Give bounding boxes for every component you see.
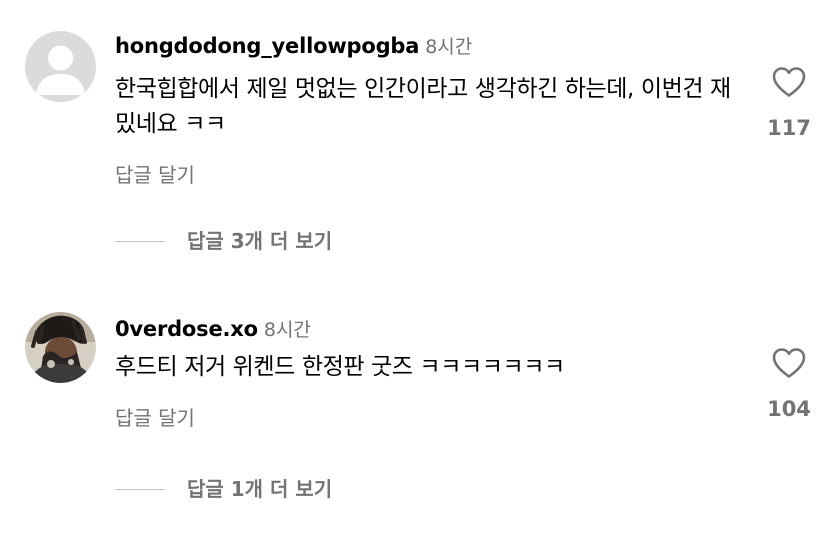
like-count: 104 — [767, 397, 811, 421]
replies-divider-line — [115, 240, 165, 242]
avatar[interactable] — [25, 312, 96, 383]
reply-button[interactable]: 답글 달기 — [115, 405, 195, 431]
username[interactable]: hongdodong_yellowpogba — [115, 34, 419, 58]
timestamp: 8시간 — [425, 36, 473, 58]
replies-divider-line — [115, 488, 165, 490]
view-replies-label: 답글 3개 더 보기 — [187, 229, 333, 253]
avatar[interactable] — [25, 31, 96, 102]
comment-text: 후드티 저거 위켄드 한정판 굿즈 ㅋㅋㅋㅋㅋㅋㅋ — [115, 354, 565, 380]
reply-button[interactable]: 답글 달기 — [115, 162, 195, 188]
view-more-replies-button[interactable]: 답글 3개 더 보기 — [115, 228, 332, 254]
like-count: 117 — [767, 116, 811, 140]
heart-outline-icon[interactable] — [771, 347, 807, 379]
heart-outline-icon[interactable] — [771, 66, 807, 98]
default-avatar-icon — [25, 31, 96, 102]
timestamp: 8시간 — [263, 319, 311, 341]
username[interactable]: 0verdose.xo — [115, 317, 258, 341]
like-section: 104 — [760, 347, 818, 421]
comment-header: hongdodong_yellowpogba 8시간 — [115, 33, 472, 61]
comment-text: 한국힙합에서 제일 멋없는 인간이라고 생각하긴 하는데, 이번건 재밌네요 ㅋ… — [115, 76, 731, 137]
view-more-replies-button[interactable]: 답글 1개 더 보기 — [115, 476, 332, 502]
comment-header: 0verdose.xo 8시간 — [115, 316, 311, 344]
like-section: 117 — [760, 66, 818, 140]
profile-photo — [25, 312, 96, 383]
view-replies-label: 답글 1개 더 보기 — [187, 477, 333, 501]
